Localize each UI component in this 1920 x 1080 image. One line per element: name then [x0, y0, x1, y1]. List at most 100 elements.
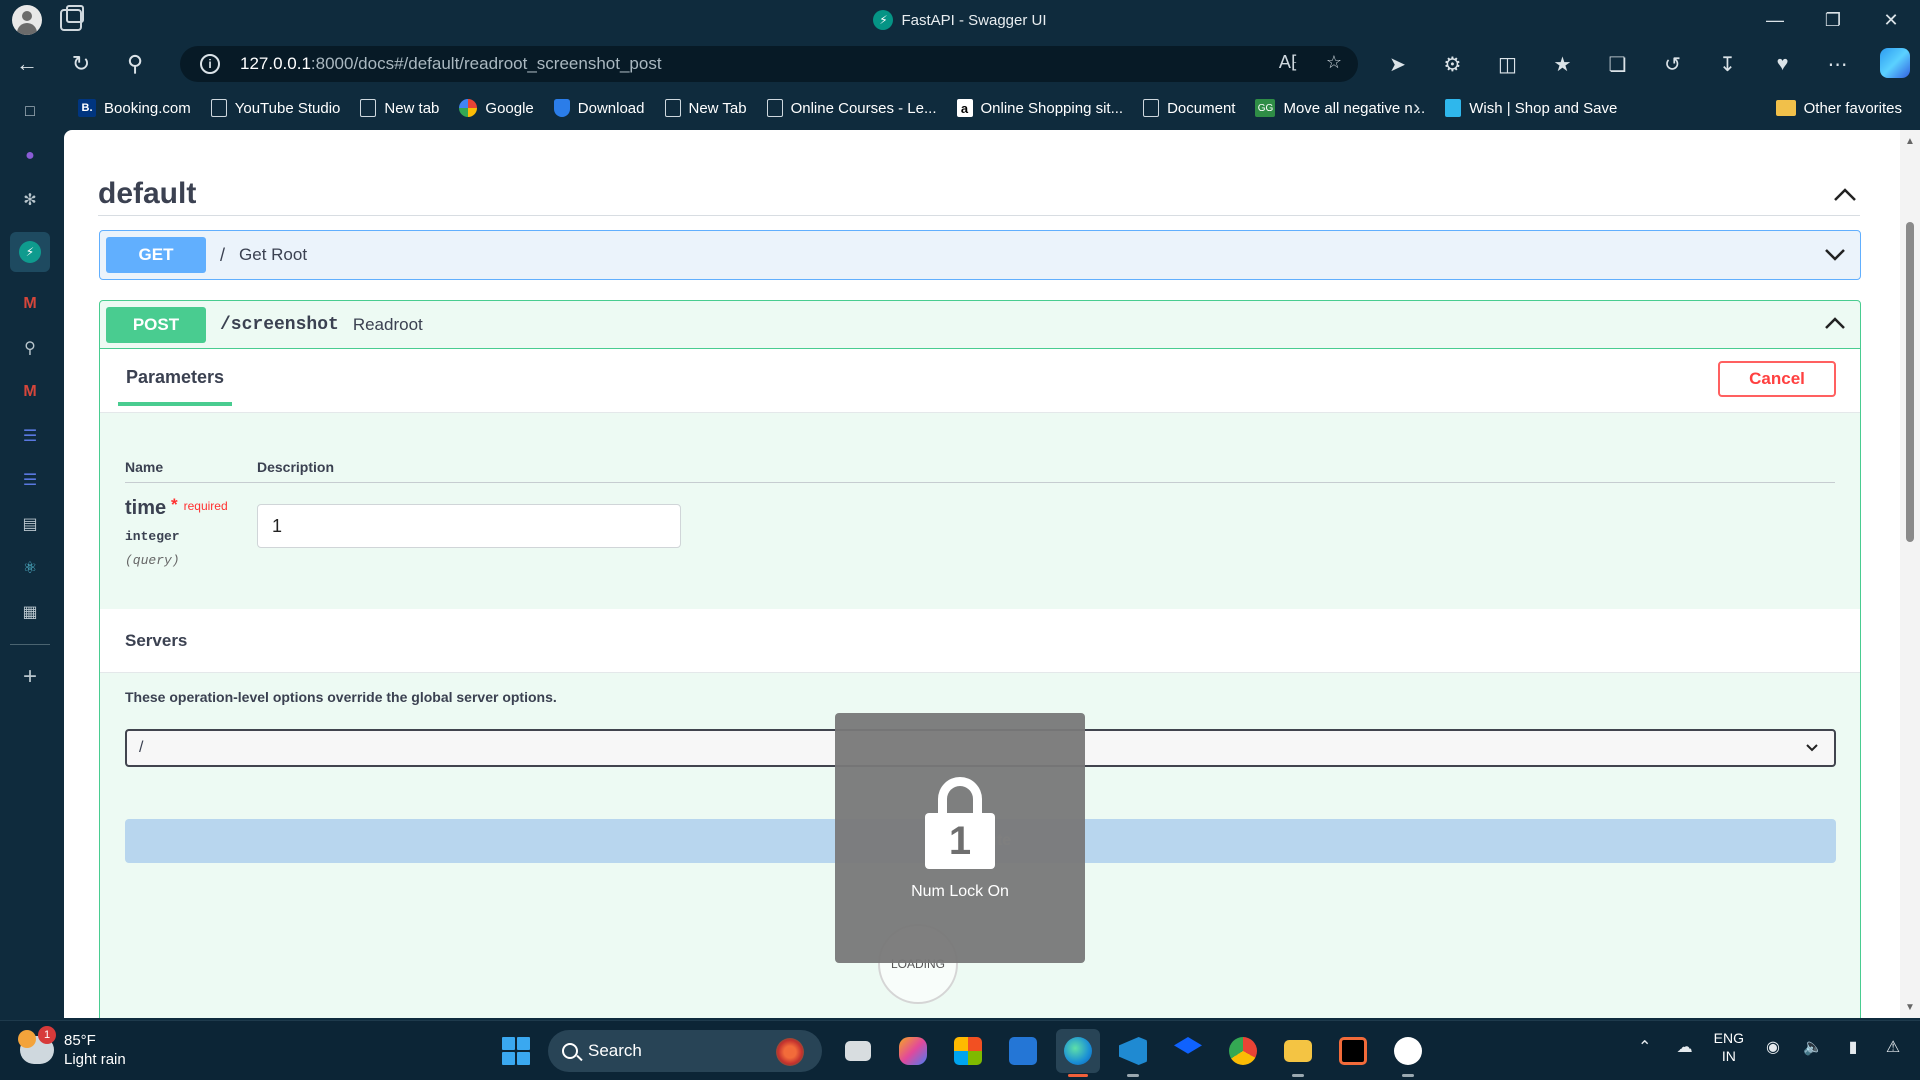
- react-icon[interactable]: ⚛: [18, 556, 42, 580]
- chevron-up-icon[interactable]: [1822, 311, 1848, 342]
- chevron-up-icon[interactable]: ⌃: [1634, 1036, 1656, 1058]
- bookmark-download[interactable]: Download: [553, 99, 645, 117]
- weather-badge: 1: [38, 1026, 56, 1044]
- servers-note: These operation-level options override t…: [125, 689, 557, 705]
- downloads-icon[interactable]: ↧: [1700, 44, 1755, 84]
- intellij-icon[interactable]: [1331, 1029, 1375, 1073]
- bookmarks-bar: B. Booking.com YouTube Studio New tab Goo…: [60, 90, 1920, 126]
- get-root-operation[interactable]: GET / Get Root: [99, 230, 1861, 280]
- col-description-label: Description: [257, 459, 335, 475]
- search-icon: [562, 1043, 578, 1059]
- sidebar-fastapi-tab[interactable]: ⚡: [10, 232, 50, 272]
- restore-button[interactable]: ❐: [1804, 0, 1862, 40]
- param-location: (query): [125, 553, 180, 568]
- minimize-button[interactable]: —: [1746, 0, 1804, 40]
- myhp-icon[interactable]: [1001, 1029, 1045, 1073]
- bookmark-wish[interactable]: Wish | Shop and Save: [1445, 99, 1617, 117]
- network-icon[interactable]: ◉: [1762, 1036, 1784, 1058]
- weather-desc: Light rain: [64, 1051, 126, 1068]
- gmail-icon[interactable]: M: [18, 380, 42, 404]
- newtab-icon: [360, 99, 377, 117]
- get-method-badge: GET: [106, 237, 206, 273]
- file-explorer-icon[interactable]: [1276, 1029, 1320, 1077]
- bookmark-online-shopping[interactable]: a Online Shopping sit...: [956, 99, 1123, 117]
- bookmark-google[interactable]: Google: [459, 99, 534, 117]
- chevron-down-icon[interactable]: [1822, 241, 1848, 272]
- copilot-icon[interactable]: [1880, 48, 1910, 78]
- bookmark-new-tab-2[interactable]: New Tab: [664, 99, 747, 117]
- workspaces-icon[interactable]: [60, 5, 84, 31]
- vscode-icon[interactable]: [1111, 1029, 1155, 1077]
- num-lock-overlay: 1 Num Lock On: [835, 713, 1085, 963]
- extension-cursor-icon[interactable]: ➤: [1370, 44, 1425, 84]
- favorite-star-icon[interactable]: ☆: [1326, 52, 1342, 73]
- bookmark-move-negative[interactable]: GG Move all negative n...: [1255, 99, 1425, 117]
- page-icon: [664, 99, 681, 117]
- scroll-up-icon[interactable]: ▲: [1905, 136, 1915, 147]
- parameters-table-header: Name Description: [125, 453, 1835, 483]
- chat-icon[interactable]: ●: [18, 144, 42, 168]
- post-op-header[interactable]: POST /screenshot Readroot: [100, 301, 1860, 349]
- more-menu-icon[interactable]: ⋯: [1810, 44, 1865, 84]
- notification-bell-icon[interactable]: ⚠: [1882, 1036, 1904, 1058]
- bookmark-online-courses[interactable]: Online Courses - Le...: [766, 99, 937, 117]
- bookmark-new-tab[interactable]: New tab: [360, 99, 439, 117]
- num-lock-text: Num Lock On: [911, 883, 1009, 900]
- add-icon[interactable]: +: [18, 663, 42, 690]
- copilot-app-icon[interactable]: [891, 1029, 935, 1073]
- tab-actions-icon[interactable]: □: [18, 100, 42, 124]
- close-button[interactable]: ✕: [1862, 0, 1920, 40]
- sparkle-icon[interactable]: ✻: [18, 188, 42, 212]
- lock-icon: [938, 777, 982, 817]
- gmail-icon[interactable]: M: [18, 292, 42, 316]
- scroll-down-icon[interactable]: ▼: [1905, 1002, 1915, 1013]
- dropbox-icon[interactable]: [1166, 1029, 1210, 1073]
- list-icon[interactable]: ☰: [18, 424, 42, 448]
- task-view-icon[interactable]: [836, 1029, 880, 1073]
- cancel-button[interactable]: Cancel: [1718, 361, 1836, 397]
- taskbar-search[interactable]: Search: [548, 1030, 822, 1072]
- chevron-up-icon[interactable]: [1830, 179, 1860, 209]
- bookmark-booking[interactable]: B. Booking.com: [78, 99, 191, 117]
- cloud-offline-icon[interactable]: ☁: [1674, 1036, 1696, 1058]
- search-icon[interactable]: ⚲: [108, 44, 162, 84]
- bookmark-other-favorites[interactable]: Other favorites: [1775, 100, 1902, 117]
- refresh-button[interactable]: ↻: [54, 44, 108, 84]
- store-icon[interactable]: [946, 1029, 990, 1073]
- server-selected-value: /: [139, 739, 144, 756]
- history-icon[interactable]: ↺: [1645, 44, 1700, 84]
- back-button[interactable]: ←: [0, 44, 54, 84]
- browser-essentials-icon[interactable]: ♥: [1755, 44, 1810, 84]
- scrollbar-thumb[interactable]: [1906, 222, 1914, 542]
- weather-rain-icon: 1: [18, 1026, 56, 1064]
- extensions-icon[interactable]: ⚙: [1425, 44, 1480, 84]
- url-path: :8000/docs#/default/readroot_screenshot_…: [310, 54, 662, 73]
- wish-icon: [1445, 99, 1462, 117]
- tab-parameters[interactable]: Parameters: [118, 367, 233, 406]
- chrome-icon[interactable]: [1221, 1029, 1265, 1073]
- mongodb-icon[interactable]: [1386, 1029, 1430, 1077]
- calendar-icon[interactable]: ▦: [18, 600, 42, 624]
- language-indicator[interactable]: ENG IN: [1714, 1029, 1744, 1065]
- read-aloud-icon[interactable]: A⁅: [1279, 52, 1298, 73]
- bookmark-document[interactable]: Document: [1143, 99, 1235, 117]
- chevron-right-icon[interactable]: ›: [1413, 97, 1420, 120]
- split-screen-icon[interactable]: ◫: [1480, 44, 1535, 84]
- time-input[interactable]: [257, 504, 681, 548]
- chevron-down-icon: [1804, 739, 1820, 760]
- search-icon[interactable]: ⚲: [18, 336, 42, 360]
- document-icon[interactable]: ▤: [18, 512, 42, 536]
- collections-icon[interactable]: ❏: [1590, 44, 1645, 84]
- start-button[interactable]: [502, 1037, 530, 1065]
- volume-icon[interactable]: 🔈: [1802, 1036, 1824, 1058]
- favorites-icon[interactable]: ★: [1535, 44, 1590, 84]
- profile-avatar[interactable]: [12, 5, 42, 35]
- edge-icon[interactable]: [1056, 1029, 1100, 1077]
- list-icon[interactable]: ☰: [18, 468, 42, 492]
- tag-section-header[interactable]: default: [98, 172, 1860, 216]
- bookmark-youtube-studio[interactable]: YouTube Studio: [210, 99, 340, 117]
- site-info-icon[interactable]: i: [200, 54, 220, 74]
- address-bar[interactable]: i 127.0.0.1:8000/docs#/default/readroot_…: [180, 46, 1358, 82]
- weather-widget[interactable]: 1 85°F Light rain: [18, 1026, 126, 1069]
- battery-icon[interactable]: ▮: [1842, 1036, 1864, 1058]
